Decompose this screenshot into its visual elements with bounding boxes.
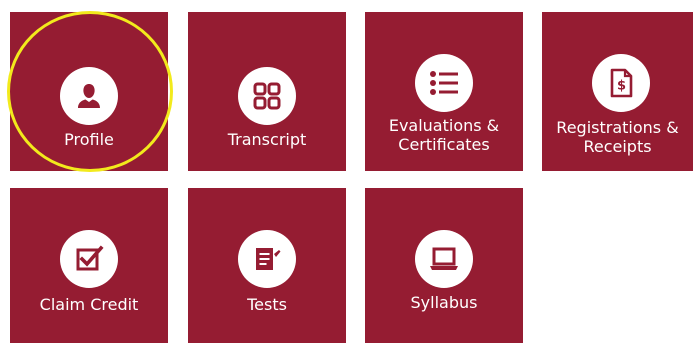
tile-evaluations-certificates[interactable]: Evaluations & Certificates: [365, 12, 523, 171]
list-icon: [415, 54, 473, 112]
test-document-icon: [238, 230, 296, 288]
tile-label: Claim Credit: [39, 295, 139, 314]
receipt-dollar-icon: $: [592, 54, 650, 112]
checkbox-icon: [60, 230, 118, 288]
grid-icon: [238, 67, 296, 125]
tile-label: Tests: [247, 295, 287, 314]
laptop-icon: [415, 230, 473, 288]
tile-label: Registrations & Receipts: [556, 118, 679, 156]
tile-claim-credit[interactable]: Claim Credit: [10, 188, 168, 343]
person-icon: [60, 67, 118, 125]
tile-label: Transcript: [227, 130, 307, 149]
tile-profile[interactable]: Profile: [10, 12, 168, 171]
tile-label: Evaluations & Certificates: [388, 116, 500, 154]
tile-transcript[interactable]: Transcript: [188, 12, 346, 171]
tile-tests[interactable]: Tests: [188, 188, 346, 343]
tile-label: Syllabus: [410, 293, 478, 312]
tile-label: Profile: [64, 130, 114, 149]
tile-registrations-receipts[interactable]: $ Registrations & Receipts: [542, 12, 693, 171]
svg-text:$: $: [617, 79, 626, 94]
tile-syllabus[interactable]: Syllabus: [365, 188, 523, 343]
